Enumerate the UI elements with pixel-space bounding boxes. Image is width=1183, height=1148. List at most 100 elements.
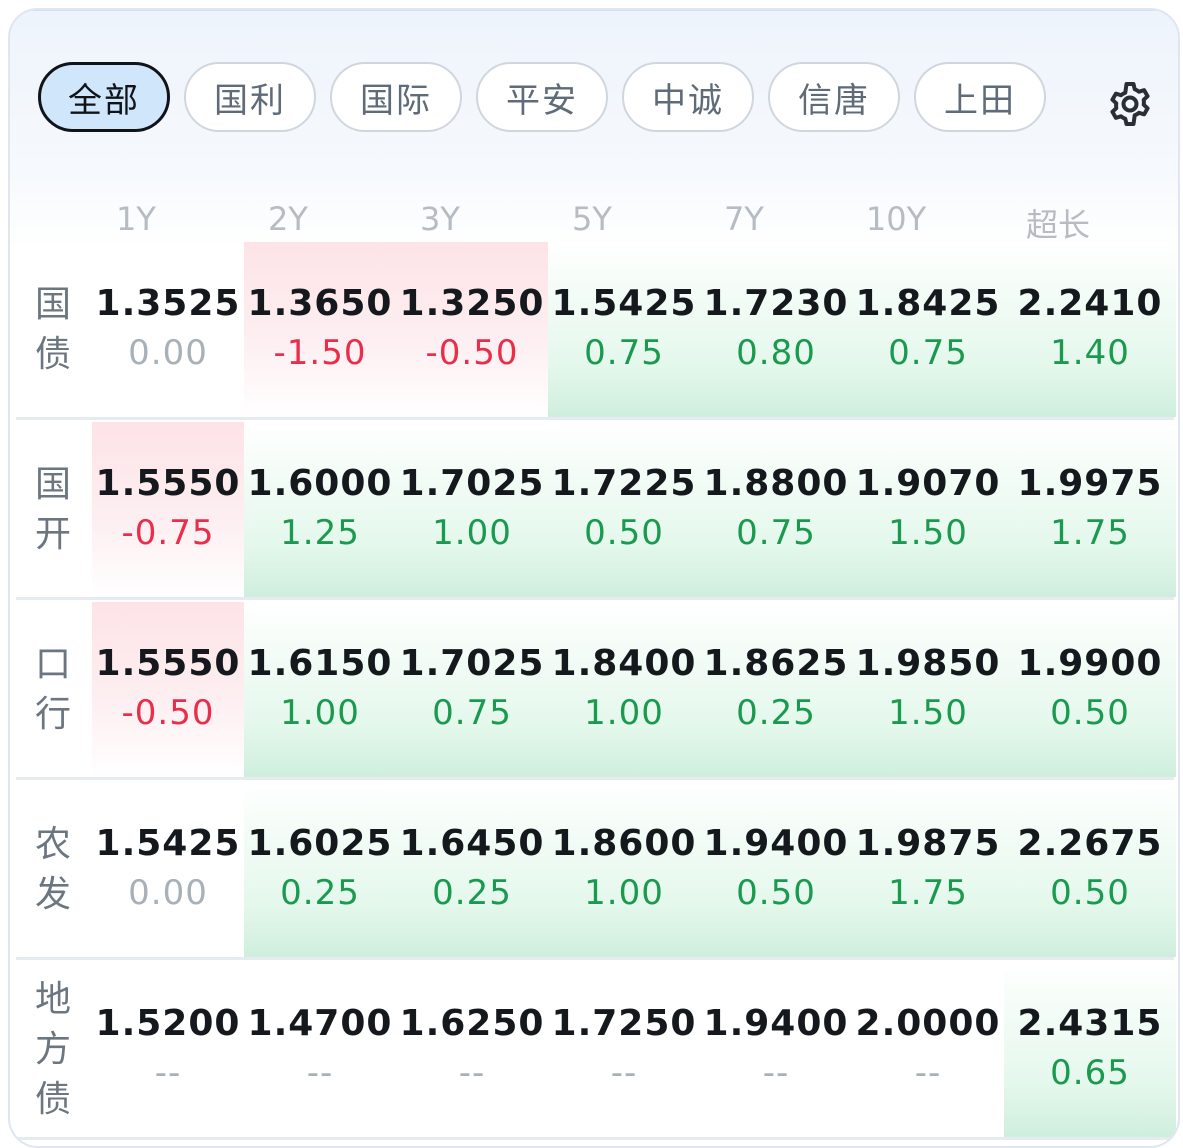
yield-cell[interactable]: 1.9900 0.50 bbox=[1004, 602, 1176, 777]
yield-cell[interactable]: 1.7230 0.80 bbox=[700, 242, 852, 417]
yield-value: 1.9850 bbox=[855, 642, 1001, 684]
gear-icon[interactable] bbox=[1106, 80, 1154, 128]
yield-value: 1.3650 bbox=[247, 282, 393, 324]
yield-value: 1.6025 bbox=[247, 822, 393, 864]
row-label: 口行 bbox=[16, 602, 90, 777]
yield-value: 1.5425 bbox=[551, 282, 697, 324]
yield-change: 0.50 bbox=[584, 512, 664, 553]
yield-cell[interactable]: 1.5550 -0.50 bbox=[92, 602, 244, 777]
yield-cell[interactable]: 1.3250 -0.50 bbox=[396, 242, 548, 417]
yield-value: 1.7230 bbox=[703, 282, 849, 324]
yield-change: 0.50 bbox=[736, 872, 816, 913]
row-label-char: 行 bbox=[34, 693, 71, 735]
tab-pingan[interactable]: 平安 bbox=[476, 62, 608, 132]
yield-cell[interactable]: 1.7025 0.75 bbox=[396, 602, 548, 777]
yield-cell[interactable]: 1.9975 1.75 bbox=[1004, 422, 1176, 597]
yield-change: 0.80 bbox=[736, 332, 816, 373]
yield-change: 0.65 bbox=[1050, 1052, 1130, 1093]
yield-change: 1.50 bbox=[888, 692, 968, 733]
yield-cell[interactable]: 1.5550 -0.75 bbox=[92, 422, 244, 597]
yield-change: 0.25 bbox=[736, 692, 816, 733]
yield-cell[interactable]: 1.3650 -1.50 bbox=[244, 242, 396, 417]
yield-cell[interactable]: 1.4700 -- bbox=[244, 962, 396, 1137]
yield-cell[interactable]: 1.9400 -- bbox=[700, 962, 852, 1137]
yield-change: 1.00 bbox=[280, 692, 360, 733]
tab-shangtian[interactable]: 上田 bbox=[914, 62, 1046, 132]
yield-cell[interactable]: 1.6000 1.25 bbox=[244, 422, 396, 597]
yield-value: 1.8800 bbox=[703, 462, 849, 504]
yield-value: 1.5550 bbox=[95, 642, 241, 684]
yield-change: 1.40 bbox=[1050, 332, 1130, 373]
yield-cell[interactable]: 1.9850 1.50 bbox=[852, 602, 1004, 777]
yield-change: 0.75 bbox=[432, 692, 512, 733]
yield-change: -0.75 bbox=[121, 512, 215, 553]
yield-change: 1.00 bbox=[432, 512, 512, 553]
yield-cell[interactable]: 2.0000 -- bbox=[852, 962, 1004, 1137]
yield-value: 1.5425 bbox=[95, 822, 241, 864]
yield-cell[interactable]: 1.8800 0.75 bbox=[700, 422, 852, 597]
yield-change: 0.50 bbox=[1050, 872, 1130, 913]
column-header-1: 2Y bbox=[268, 200, 308, 238]
yield-cell[interactable]: 1.6025 0.25 bbox=[244, 782, 396, 957]
column-header-3: 5Y bbox=[572, 200, 612, 238]
yield-cell[interactable]: 1.8400 1.00 bbox=[548, 602, 700, 777]
yield-cell[interactable]: 1.9400 0.50 bbox=[700, 782, 852, 957]
yield-cell[interactable]: 2.2410 1.40 bbox=[1004, 242, 1176, 417]
table-row[interactable]: 地方债 1.5200 -- 1.4700 -- 1.6250 -- 1.7250 -- 1.940… bbox=[16, 962, 1176, 1140]
yield-change: -- bbox=[914, 1052, 942, 1093]
yield-cell[interactable]: 1.6250 -- bbox=[396, 962, 548, 1137]
yield-cell[interactable]: 2.2675 0.50 bbox=[1004, 782, 1176, 957]
column-header-0: 1Y bbox=[116, 200, 156, 238]
yield-value: 1.9070 bbox=[855, 462, 1001, 504]
yield-change: 0.00 bbox=[128, 872, 208, 913]
yield-change: 1.25 bbox=[280, 512, 360, 553]
table-row[interactable]: 国开 1.5550 -0.75 1.6000 1.25 1.7025 1.00 1.7225 0… bbox=[16, 422, 1176, 600]
column-header-5: 10Y bbox=[865, 200, 927, 238]
row-label-char: 地 bbox=[34, 978, 71, 1020]
row-label-char: 发 bbox=[34, 873, 71, 915]
tab-guoli[interactable]: 国利 bbox=[184, 62, 316, 132]
tab-guoji[interactable]: 国际 bbox=[330, 62, 462, 132]
yield-value: 1.6450 bbox=[399, 822, 545, 864]
row-label: 地方债 bbox=[16, 962, 90, 1137]
table-row[interactable]: 口行 1.5550 -0.50 1.6150 1.00 1.7025 0.75 1.8400 1… bbox=[16, 602, 1176, 780]
yield-value: 1.7025 bbox=[399, 642, 545, 684]
column-header-4: 7Y bbox=[724, 200, 764, 238]
yield-cell[interactable]: 1.9070 1.50 bbox=[852, 422, 1004, 597]
yield-value: 2.2675 bbox=[1017, 822, 1163, 864]
yield-cell[interactable]: 1.6150 1.00 bbox=[244, 602, 396, 777]
row-label-char: 债 bbox=[34, 333, 71, 375]
yield-cell[interactable]: 1.8425 0.75 bbox=[852, 242, 1004, 417]
yield-value: 1.7250 bbox=[551, 1002, 697, 1044]
yield-cell[interactable]: 1.5425 0.00 bbox=[92, 782, 244, 957]
yield-change: 1.00 bbox=[584, 692, 664, 733]
yield-change: 0.25 bbox=[432, 872, 512, 913]
tab-all[interactable]: 全部 bbox=[38, 62, 170, 132]
yield-cell[interactable]: 1.7025 1.00 bbox=[396, 422, 548, 597]
yield-cell[interactable]: 1.5200 -- bbox=[92, 962, 244, 1137]
yield-cell[interactable]: 1.9875 1.75 bbox=[852, 782, 1004, 957]
table-row[interactable]: 国债 1.3525 0.00 1.3650 -1.50 1.3250 -0.50 1.5425… bbox=[16, 242, 1176, 420]
yield-cell[interactable]: 1.3525 0.00 bbox=[92, 242, 244, 417]
yield-change: 1.00 bbox=[584, 872, 664, 913]
yield-cell[interactable]: 1.7250 -- bbox=[548, 962, 700, 1137]
yield-change: 0.75 bbox=[888, 332, 968, 373]
yield-cell[interactable]: 1.7225 0.50 bbox=[548, 422, 700, 597]
row-label-char: 口 bbox=[34, 643, 71, 685]
row-label-char: 开 bbox=[34, 513, 71, 555]
yield-card: 全部 国利 国际 平安 中诚 信唐 上田 1Y 2Y 3Y 5Y 7Y 10Y 超长 国债1… bbox=[8, 8, 1180, 1148]
tab-xintang[interactable]: 信唐 bbox=[768, 62, 900, 132]
yield-change: 1.50 bbox=[888, 512, 968, 553]
tab-zhongcheng[interactable]: 中诚 bbox=[622, 62, 754, 132]
yield-value: 1.6250 bbox=[399, 1002, 545, 1044]
yield-change: 0.75 bbox=[736, 512, 816, 553]
yield-cell[interactable]: 1.5425 0.75 bbox=[548, 242, 700, 417]
yield-cell[interactable]: 1.8600 1.00 bbox=[548, 782, 700, 957]
table-row[interactable]: 农发 1.5425 0.00 1.6025 0.25 1.6450 0.25 1.8600 1.… bbox=[16, 782, 1176, 960]
yield-cell[interactable]: 2.4315 0.65 bbox=[1004, 962, 1176, 1137]
yield-change: -- bbox=[762, 1052, 790, 1093]
yield-cell[interactable]: 1.6450 0.25 bbox=[396, 782, 548, 957]
yield-value: 1.9400 bbox=[703, 1002, 849, 1044]
yield-cell[interactable]: 1.8625 0.25 bbox=[700, 602, 852, 777]
yield-value: 2.2410 bbox=[1017, 282, 1163, 324]
